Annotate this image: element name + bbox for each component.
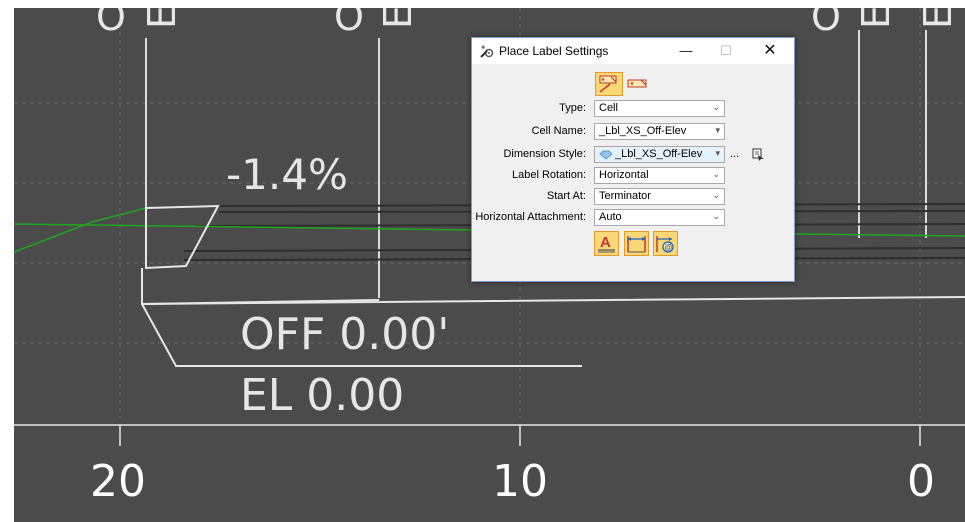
type-dropdown[interactable]: Cell ⌄ xyxy=(594,100,725,117)
close-button[interactable]: ✕ xyxy=(753,38,787,64)
type-label: Type: xyxy=(559,102,586,114)
x-axis xyxy=(14,424,965,446)
chevron-down-icon: ⌄ xyxy=(712,190,720,200)
start-at-value: Terminator xyxy=(599,190,651,202)
label-mode-icon xyxy=(599,75,617,93)
browse-button[interactable]: ... xyxy=(730,148,739,160)
cell-mode-icon xyxy=(627,79,647,88)
text-style-button[interactable]: A xyxy=(594,231,619,256)
top-marker-e-2: E xyxy=(376,8,421,30)
match-style-icon[interactable] xyxy=(751,146,766,161)
top-marker-o-2: O xyxy=(334,8,364,39)
label-rotation-dropdown[interactable]: Horizontal ⌄ xyxy=(594,167,725,184)
maximize-button[interactable]: ☐ xyxy=(709,38,743,64)
dimension-style-value: _Lbl_XS_Off-Elev xyxy=(615,148,703,160)
place-label-settings-dialog: Place Label Settings — ☐ ✕ Type: Cell ⌄ … xyxy=(471,37,795,282)
leader-icon xyxy=(627,236,646,253)
top-marker-e-3: E xyxy=(854,8,899,30)
cell-name-value: _Lbl_XS_Off-Elev xyxy=(599,125,687,137)
top-marker-o-3: O xyxy=(811,8,841,39)
cell-mode-button[interactable] xyxy=(624,72,652,96)
svg-text:@: @ xyxy=(665,243,673,252)
dimension-style-label: Dimension Style: xyxy=(503,148,586,160)
start-at-label: Start At: xyxy=(546,190,586,202)
horizontal-attachment-value: Auto xyxy=(599,211,622,223)
at-symbol-button[interactable]: @ xyxy=(653,231,678,256)
text-style-icon: A xyxy=(598,234,615,253)
horizontal-attachment-label: Horizontal Attachment: xyxy=(475,211,586,223)
start-at-dropdown[interactable]: Terminator ⌄ xyxy=(594,188,725,205)
top-marker-e-4: E xyxy=(916,8,961,30)
svg-text:A: A xyxy=(600,234,611,251)
cell-name-combo[interactable]: _Lbl_XS_Off-Elev ▾ xyxy=(594,123,725,140)
label-rotation-value: Horizontal xyxy=(599,169,649,181)
dimension-style-combo[interactable]: _Lbl_XS_Off-Elev ▾ xyxy=(594,146,725,163)
horizontal-attachment-dropdown[interactable]: Auto ⌄ xyxy=(594,209,725,226)
elevation-label: EL 0.00 xyxy=(240,370,405,421)
minimize-button[interactable]: — xyxy=(669,38,703,64)
slope-label: -1.4% xyxy=(226,150,348,199)
dropdown-arrow-icon[interactable]: ▾ xyxy=(715,148,720,159)
axis-label-0: 0 xyxy=(907,456,935,507)
chevron-down-icon: ⌄ xyxy=(712,102,720,112)
at-symbol-icon: @ xyxy=(656,236,674,253)
diamond-style-icon xyxy=(599,150,613,160)
axis-label-10: 10 xyxy=(492,456,548,507)
chevron-down-icon: ⌄ xyxy=(712,169,720,179)
top-marker-e-1: E xyxy=(140,8,185,30)
label-mode-button[interactable] xyxy=(595,72,623,96)
title-bar[interactable]: Place Label Settings — ☐ ✕ xyxy=(472,38,794,64)
dialog-title: Place Label Settings xyxy=(499,44,609,58)
axis-label-20: 20 xyxy=(90,456,146,507)
leader-button[interactable] xyxy=(624,231,649,256)
label-rotation-label: Label Rotation: xyxy=(512,169,586,181)
wrench-gear-icon xyxy=(480,45,494,58)
cell-name-label: Cell Name: xyxy=(531,125,586,137)
dropdown-arrow-icon[interactable]: ▾ xyxy=(715,125,720,136)
type-value: Cell xyxy=(599,102,618,114)
top-marker-o-1: O xyxy=(96,8,126,39)
chevron-down-icon: ⌄ xyxy=(712,211,720,221)
offset-label: OFF 0.00' xyxy=(240,309,450,360)
